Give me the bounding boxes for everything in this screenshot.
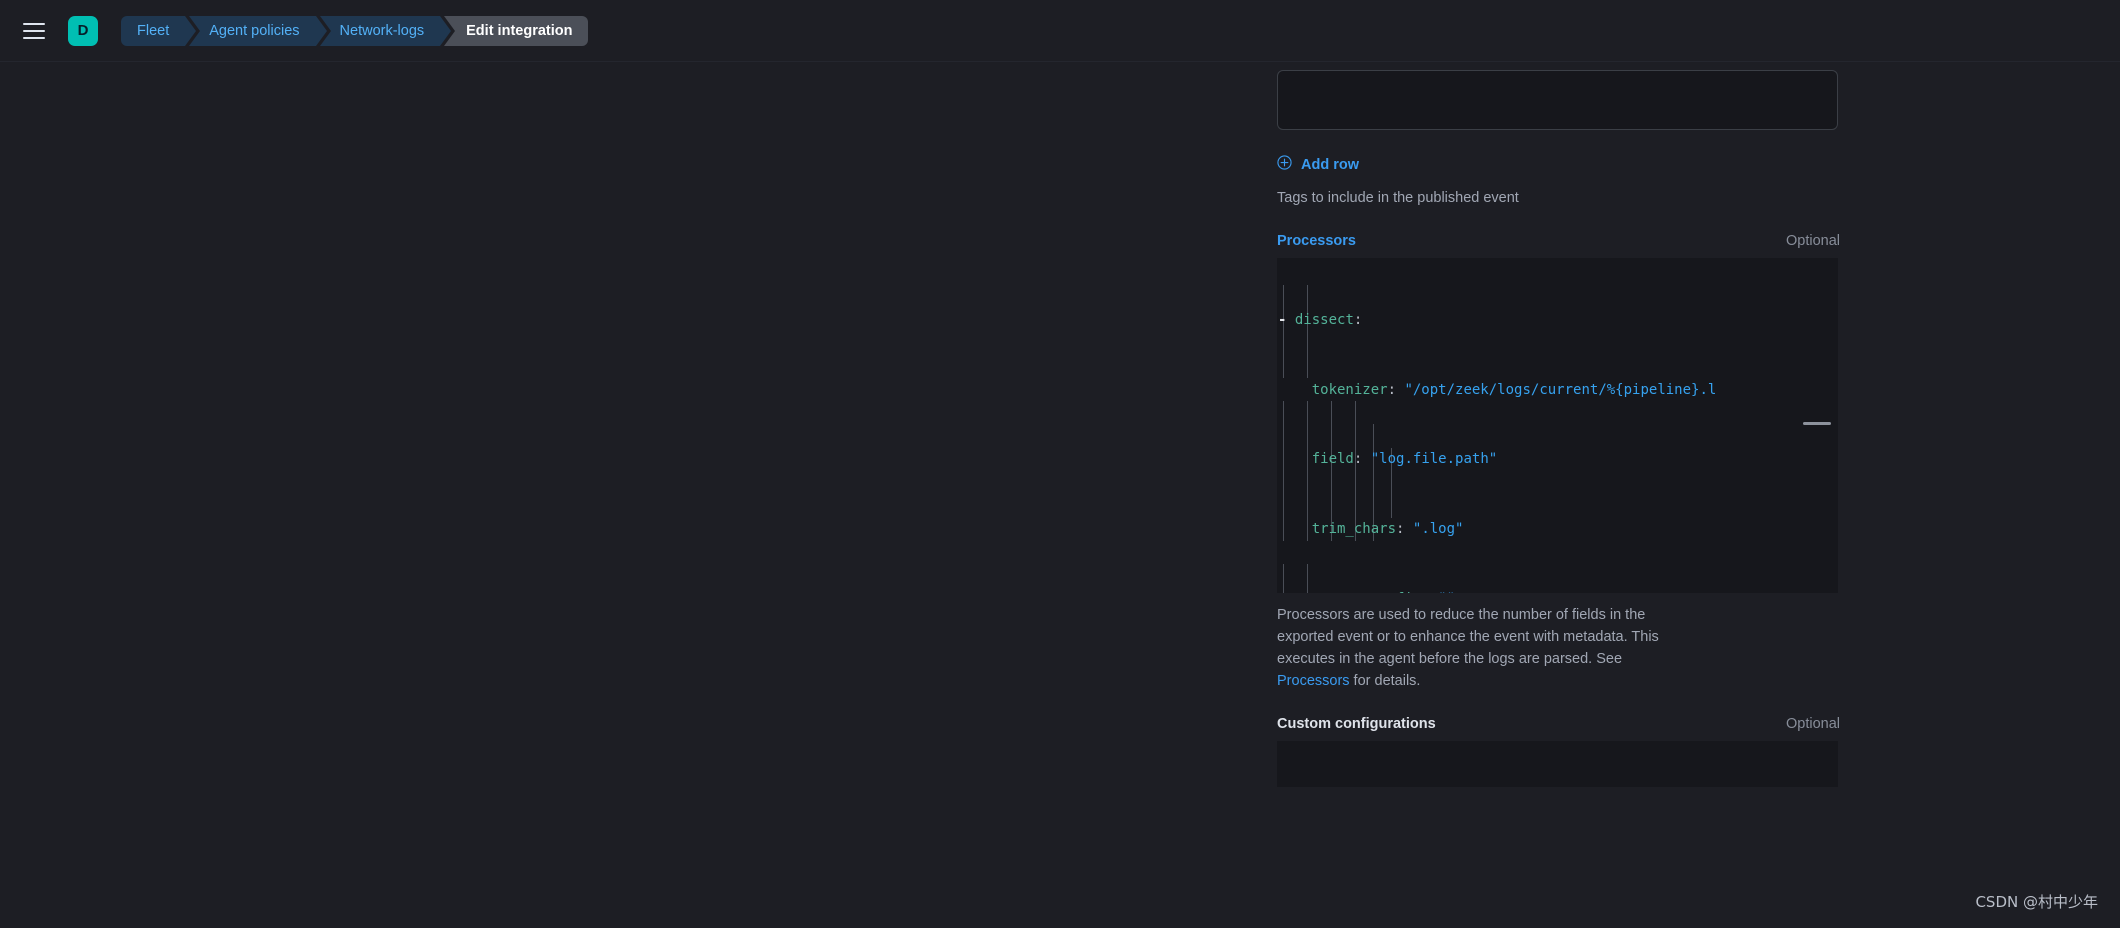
breadcrumb: Fleet Agent policies Network-logs Edit i… bbox=[121, 15, 592, 46]
processors-doc-link[interactable]: Processors bbox=[1277, 673, 1350, 689]
processors-field-header: Processors Optional bbox=[1277, 233, 1840, 249]
breadcrumb-item-edit-integration[interactable]: Edit integration bbox=[444, 15, 589, 46]
processors-description-part1: Processors are used to reduce the number… bbox=[1277, 607, 1659, 668]
processors-code-editor[interactable]: - dissect: tokenizer: "/opt/zeek/logs/cu… bbox=[1277, 258, 1838, 594]
hamburger-bar bbox=[23, 29, 45, 32]
tags-input[interactable] bbox=[1277, 70, 1838, 130]
breadcrumb-label: Network-logs bbox=[339, 22, 425, 39]
hamburger-bar bbox=[23, 22, 45, 25]
processors-optional-badge: Optional bbox=[1785, 233, 1840, 250]
editor-scrollbar[interactable] bbox=[1803, 422, 1831, 426]
app-logo-letter: D bbox=[77, 22, 89, 39]
processors-code-content: - dissect: tokenizer: "/opt/zeek/logs/cu… bbox=[1277, 258, 1838, 593]
custom-configurations-code-content: exclude_files: ["analyzer|broker|capture… bbox=[1277, 741, 1838, 787]
code-line: - dissect: bbox=[1278, 311, 1363, 328]
add-row-button[interactable]: Add row bbox=[1277, 155, 1359, 174]
plus-circle-icon bbox=[1277, 155, 1292, 174]
code-line: trim_chars: ".log" bbox=[1311, 521, 1464, 538]
tags-help-text: Tags to include in the published event bbox=[1277, 190, 1519, 206]
custom-configurations-code-editor[interactable]: exclude_files: ["analyzer|broker|capture… bbox=[1277, 741, 1838, 788]
processors-description-part2: for details. bbox=[1349, 673, 1421, 690]
custom-configurations-optional-badge: Optional bbox=[1785, 716, 1840, 733]
custom-configurations-label: Custom configurations bbox=[1277, 716, 1436, 733]
app-header: D Fleet Agent policies Network-logs Edit… bbox=[0, 0, 2120, 62]
hamburger-bar bbox=[23, 36, 45, 39]
code-line: field: "log.file.path" bbox=[1311, 451, 1498, 468]
watermark: CSDN @村中少年 bbox=[1975, 893, 2098, 911]
app-logo[interactable]: D bbox=[68, 15, 98, 46]
breadcrumb-item-fleet[interactable]: Fleet bbox=[121, 15, 201, 46]
hamburger-menu-icon[interactable] bbox=[14, 11, 54, 51]
integration-form-column: Add row Tags to include in the published… bbox=[1277, 70, 1840, 788]
breadcrumb-label: Fleet bbox=[137, 22, 170, 39]
code-line: target_prefix: "" bbox=[1278, 588, 1838, 593]
breadcrumb-item-network-logs[interactable]: Network-logs bbox=[319, 15, 455, 46]
breadcrumb-label: Agent policies bbox=[209, 22, 300, 39]
custom-configurations-field-header: Custom configurations Optional bbox=[1277, 716, 1840, 732]
breadcrumb-label: Edit integration bbox=[466, 22, 573, 39]
breadcrumb-item-agent-policies[interactable]: Agent policies bbox=[189, 15, 331, 46]
add-row-label: Add row bbox=[1301, 156, 1359, 173]
processors-label[interactable]: Processors bbox=[1277, 233, 1356, 249]
processors-description: Processors are used to reduce the number… bbox=[1277, 604, 1697, 692]
code-line: tokenizer: "/opt/zeek/logs/current/%{pip… bbox=[1311, 381, 1717, 398]
